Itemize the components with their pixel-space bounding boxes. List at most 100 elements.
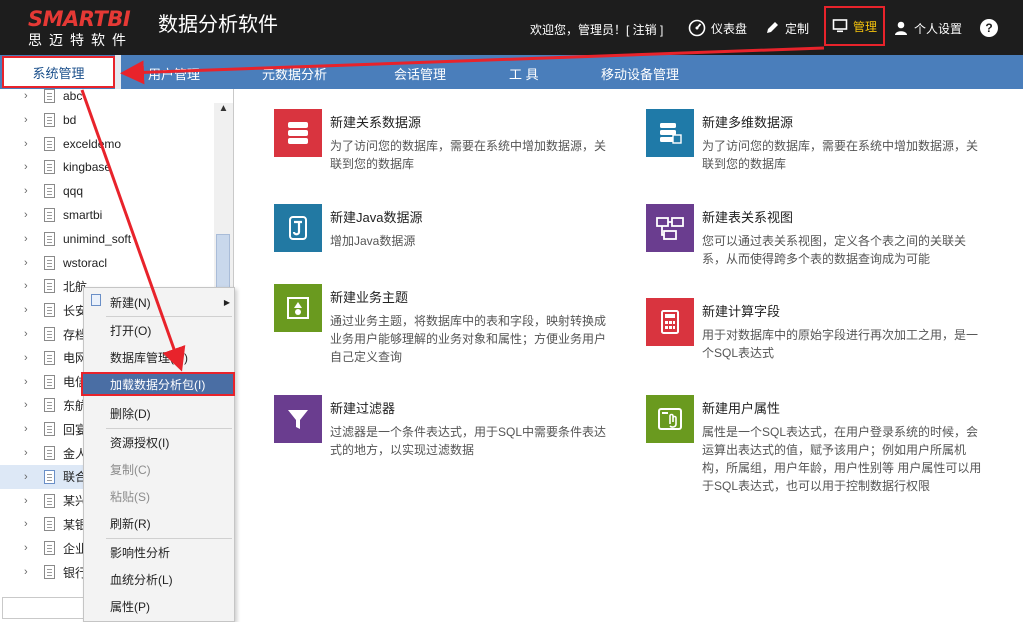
menu-item-properties[interactable]: 属性(P) [84,594,234,618]
card-description: 为了访问您的数据库，需要在系统中增加数据源，关联到您的数据库 [702,139,979,171]
expand-arrow-icon[interactable]: › [24,304,34,316]
filter-icon [288,410,308,429]
menu-item-impact-analysis[interactable]: 影响性分析 [84,540,234,564]
datasource-icon [44,350,55,365]
cube-database-icon [660,123,682,144]
card-icon-bg [274,204,322,252]
expand-arrow-icon[interactable]: › [24,328,34,340]
personal-settings-label: 个人设置 [914,21,963,36]
nav-mobile-device-management[interactable]: 移动设备管理 [601,64,679,83]
expand-arrow-icon[interactable]: › [24,376,34,388]
expand-arrow-icon[interactable]: › [24,138,34,150]
menu-item-lineage-analysis[interactable]: 血统分析(L) [84,567,234,591]
scroll-up-arrow[interactable]: ▲ [214,103,233,119]
expand-arrow-icon[interactable]: › [24,399,34,411]
nav-metadata-analysis[interactable]: 元数据分析 [262,64,327,83]
card-description: 您可以通过表关系视图，定义各个表之间的关联关系，从而使得跨多个表的数据查询成为可… [702,234,967,266]
card-title[interactable]: 新建多维数据源 [702,112,793,131]
expand-arrow-icon[interactable]: › [24,90,34,102]
manage-label: 管理 [852,19,877,34]
expand-arrow-icon[interactable]: › [24,209,34,221]
nav-system-management[interactable]: 系统管理 [2,56,115,88]
smartbi-logo: SMARTBI 思迈特软件 [28,8,146,49]
menu-item-copy[interactable]: 复制(C) [84,457,234,481]
datasource-icon [44,446,55,460]
menu-item-paste[interactable]: 粘贴(S) [84,484,234,508]
nav-session-management[interactable]: 会话管理 [394,64,446,83]
expand-arrow-icon[interactable]: › [24,518,34,530]
datasource-icon [44,208,55,222]
menu-item-database-management[interactable]: 数据库管理(M) [84,345,234,369]
datasource-icon [44,303,55,318]
datasource-icon [44,231,55,246]
expand-arrow-icon[interactable]: › [24,233,34,245]
card-icon-bg [646,395,694,443]
main-navbar: 用户管理 元数据分析 会话管理 工 具 移动设备管理 [0,55,1023,89]
tree-item-label: qqq [63,184,84,199]
dashboard-button[interactable]: 仪表盘 [688,14,747,42]
menu-item-refresh[interactable]: 刷新(R) [84,511,234,535]
tree-item-label: smartbi [63,208,103,222]
expand-arrow-icon[interactable]: › [24,161,34,173]
card-title[interactable]: 新建用户属性 [702,398,780,417]
help-button[interactable]: ? [980,19,998,37]
expand-arrow-icon[interactable]: › [24,566,34,578]
tree-item[interactable]: › kingbase [0,155,214,179]
card-icon-bg [646,109,694,157]
datasource-icon [44,327,55,341]
tree-item[interactable]: › bd [0,108,214,132]
datasource-icon [44,565,55,579]
expand-arrow-icon[interactable]: › [24,447,34,459]
card-description: 过滤器是一个条件表达式，用于SQL中需要条件表达式的地方，以实现过滤数据 [330,425,607,457]
card-icon-bg [646,298,694,346]
menu-item-resource-authorization[interactable]: 资源授权(I) [84,430,234,454]
menu-item-open[interactable]: 打开(O) [84,318,234,342]
manage-button[interactable]: 管理 [824,6,885,46]
personal-settings-button[interactable]: 个人设置 [893,14,962,42]
card-title[interactable]: 新建关系数据源 [330,112,421,131]
top-header: SMARTBI 思迈特软件 数据分析软件 欢迎您，管理员！[ 注销 ] 仪表盘 … [0,0,1023,55]
expand-arrow-icon[interactable]: › [24,185,34,197]
datasource-icon [44,279,55,294]
logo-subtitle: 思迈特软件 [28,32,133,48]
card-title[interactable]: 新建计算字段 [702,301,780,320]
table-relation-icon [656,217,684,240]
nav-tools[interactable]: 工 具 [509,64,539,83]
tree-item[interactable]: › qqq [0,179,214,203]
expand-arrow-icon[interactable]: › [24,423,34,435]
card-title[interactable]: 新建业务主题 [330,287,408,306]
dashboard-label: 仪表盘 [711,21,748,36]
expand-arrow-icon[interactable]: › [24,114,34,126]
card-title[interactable]: 新建过滤器 [330,398,395,417]
expand-arrow-icon[interactable]: › [24,280,34,292]
user-attribute-icon [658,408,682,430]
welcome-text[interactable]: 欢迎您，管理员！[ 注销 ] [530,21,663,38]
tree-item[interactable]: › smartbi [0,203,214,227]
card-title[interactable]: 新建Java数据源 [330,207,422,226]
menu-item-delete[interactable]: 删除(D) [84,401,234,425]
nav-user-management[interactable]: 用户管理 [148,64,200,83]
tree-item[interactable]: › exceldemo [0,132,214,156]
menu-item-load-data-package[interactable]: 加载数据分析包(I) [81,372,235,396]
menu-item-new[interactable]: 新建(N) ▶ [84,290,234,314]
tree-item[interactable]: › unimind_soft [0,227,214,251]
expand-arrow-icon[interactable]: › [24,352,34,364]
datasource-icon [44,184,55,199]
card-title[interactable]: 新建表关系视图 [702,207,793,226]
tree-item-label: unimind_soft [63,231,132,246]
datasource-icon [44,517,55,532]
card-description: 属性是一个SQL表达式，在用户登录系统的时候，会运算出表达式的值，赋予该用户；例… [702,425,982,493]
card-icon-bg [274,284,322,332]
expand-arrow-icon[interactable]: › [24,257,34,269]
expand-arrow-icon[interactable]: › [24,495,34,507]
custom-button[interactable]: 定制 [764,14,809,42]
expand-arrow-icon[interactable]: › [24,471,34,483]
scrollbar-thumb[interactable] [216,234,230,292]
tree-item[interactable]: › wstoracl [0,251,214,275]
card-icon-bg [274,395,322,443]
java-icon [289,216,307,240]
app-title: 数据分析软件 [158,14,278,36]
tree-item[interactable]: › abc [0,89,214,108]
datasource-icon [44,374,55,389]
expand-arrow-icon[interactable]: › [24,542,34,554]
